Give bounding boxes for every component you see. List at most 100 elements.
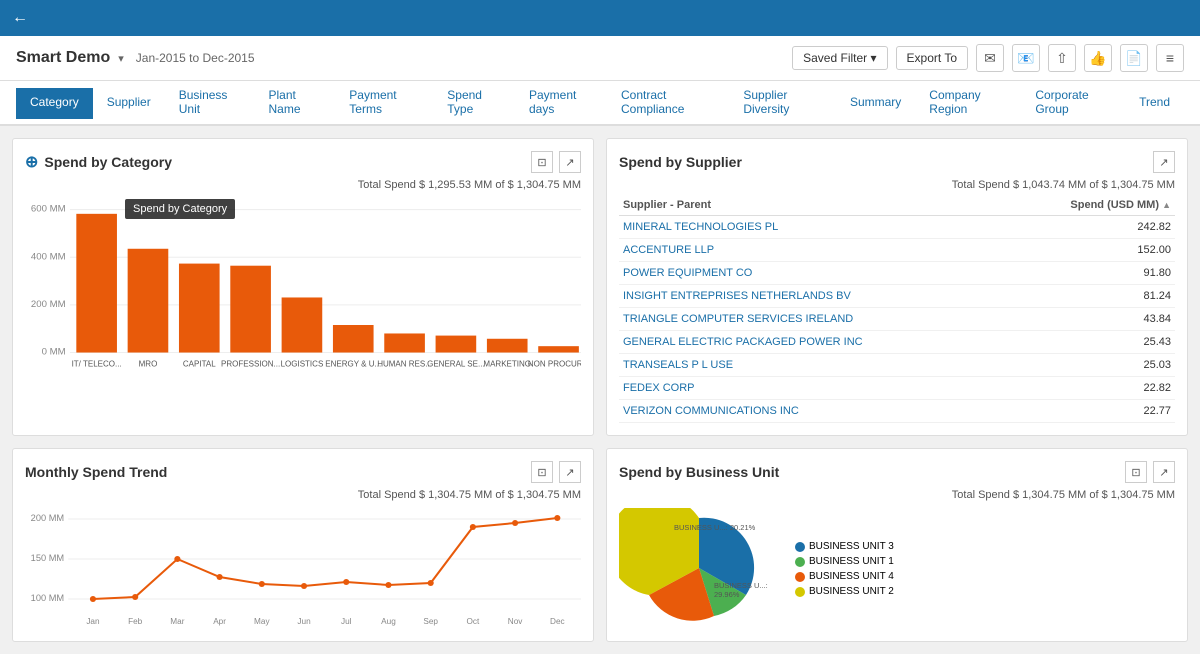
supplier-spend: 25.03 — [1005, 354, 1175, 377]
supplier-name[interactable]: FEDEX CORP — [619, 377, 1005, 400]
tab-spend-type[interactable]: Spend Type — [433, 81, 515, 126]
mail-icon-button[interactable]: ✉ — [976, 44, 1004, 72]
supplier-panel-title: Spend by Supplier — [619, 154, 742, 170]
tab-summary[interactable]: Summary — [836, 88, 915, 119]
tab-payment-terms[interactable]: Payment Terms — [335, 81, 433, 126]
line-chart: 200 MM 150 MM 100 MM — [25, 509, 581, 629]
legend-item: BUSINESS UNIT 1 — [795, 556, 894, 567]
email-icon-button[interactable]: 📧 — [1012, 44, 1040, 72]
tab-plant-name[interactable]: Plant Name — [255, 81, 336, 126]
tab-business-unit[interactable]: Business Unit — [165, 81, 255, 126]
supplier-spend: 25.43 — [1005, 331, 1175, 354]
svg-text:IT/ TELECO...: IT/ TELECO... — [72, 359, 122, 368]
svg-text:Feb: Feb — [128, 617, 143, 626]
bu-expand-button[interactable]: ↗ — [1153, 461, 1175, 483]
supplier-col-header: Supplier - Parent — [619, 195, 1005, 216]
svg-text:Apr: Apr — [213, 617, 226, 626]
table-row: MINERAL TECHNOLOGIES PL 242.82 — [619, 216, 1175, 239]
svg-text:400 MM: 400 MM — [31, 251, 66, 262]
supplier-spend: 81.24 — [1005, 285, 1175, 308]
trend-screenshot-button[interactable]: ⊡ — [531, 461, 553, 483]
supplier-panel-header: Spend by Supplier ↗ — [619, 151, 1175, 173]
svg-text:BUSINESS U...:: BUSINESS U...: — [714, 581, 768, 590]
supplier-spend: 22.77 — [1005, 400, 1175, 423]
legend-dot — [795, 587, 805, 597]
expand-button[interactable]: ↗ — [559, 151, 581, 173]
supplier-name[interactable]: TRANSEALS P L USE — [619, 354, 1005, 377]
doc-icon-button[interactable]: 📄 — [1120, 44, 1148, 72]
tab-category[interactable]: Category — [16, 88, 93, 119]
legend-label: BUSINESS UNIT 3 — [809, 541, 894, 552]
supplier-name[interactable]: INSIGHT ENTREPRISES NETHERLANDS BV — [619, 285, 1005, 308]
supplier-spend: 43.84 — [1005, 308, 1175, 331]
trend-title-text: Monthly Spend Trend — [25, 464, 167, 480]
header-row: Smart Demo ▾ Jan-2015 to Dec-2015 Saved … — [0, 36, 1200, 81]
supplier-name[interactable]: VERIZON COMMUNICATIONS INC — [619, 400, 1005, 423]
app-title-caret[interactable]: ▾ — [118, 52, 124, 65]
legend-dot — [795, 542, 805, 552]
tab-supplier[interactable]: Supplier — [93, 88, 165, 119]
header-left: Smart Demo ▾ Jan-2015 to Dec-2015 — [16, 49, 255, 67]
tab-contract-compliance[interactable]: Contract Compliance — [607, 81, 729, 126]
supplier-expand-button[interactable]: ↗ — [1153, 151, 1175, 173]
trend-expand-button[interactable]: ↗ — [559, 461, 581, 483]
svg-text:Oct: Oct — [466, 617, 480, 626]
supplier-name[interactable]: ACCENTURE LLP — [619, 239, 1005, 262]
monthly-spend-trend-panel: Monthly Spend Trend ⊡ ↗ Total Spend $ 1,… — [12, 448, 594, 642]
tab-supplier-diversity[interactable]: Supplier Diversity — [729, 81, 836, 126]
saved-filter-button[interactable]: Saved Filter ▾ — [792, 46, 887, 70]
supplier-spend: 22.82 — [1005, 377, 1175, 400]
bu-total-spend: Total Spend $ 1,304.75 MM of $ 1,304.75 … — [619, 489, 1175, 501]
table-row: GENERAL ELECTRIC PACKAGED POWER INC 25.4… — [619, 331, 1175, 354]
legend-dot — [795, 557, 805, 567]
supplier-name[interactable]: POWER EQUIPMENT CO — [619, 262, 1005, 285]
bu-panel-title: Spend by Business Unit — [619, 464, 779, 480]
tab-corporate-group[interactable]: Corporate Group — [1021, 81, 1125, 126]
screenshot-button[interactable]: ⊡ — [531, 151, 553, 173]
svg-text:PROFESSION...: PROFESSION... — [221, 359, 280, 368]
panel-actions: ⊡ ↗ — [531, 151, 581, 173]
legend-item: BUSINESS UNIT 3 — [795, 541, 894, 552]
bar-chart: Spend by Category 600 MM 400 MM 200 MM 0… — [25, 199, 581, 399]
legend-label: BUSINESS UNIT 4 — [809, 571, 894, 582]
tab-payment-days[interactable]: Payment days — [515, 81, 607, 126]
svg-text:100 MM: 100 MM — [31, 593, 64, 603]
supplier-name[interactable]: TRIANGLE COMPUTER SERVICES IRELAND — [619, 308, 1005, 331]
trend-total-spend: Total Spend $ 1,304.75 MM of $ 1,304.75 … — [25, 489, 581, 501]
category-total-spend: Total Spend $ 1,295.53 MM of $ 1,304.75 … — [25, 179, 581, 191]
table-row: FEDEX CORP 22.82 — [619, 377, 1175, 400]
spend-col-header[interactable]: Spend (USD MM) ▲ — [1005, 195, 1175, 216]
supplier-name[interactable]: GENERAL ELECTRIC PACKAGED POWER INC — [619, 331, 1005, 354]
trend-panel-actions: ⊡ ↗ — [531, 461, 581, 483]
legend-dot — [795, 572, 805, 582]
svg-text:0 MM: 0 MM — [42, 347, 66, 358]
svg-text:Nov: Nov — [508, 617, 524, 626]
filter-icon-button[interactable]: ≡ — [1156, 44, 1184, 72]
supplier-name[interactable]: MINERAL TECHNOLOGIES PL — [619, 216, 1005, 239]
share-icon-button[interactable]: ⇧ — [1048, 44, 1076, 72]
table-row: TRIANGLE COMPUTER SERVICES IRELAND 43.84 — [619, 308, 1175, 331]
bu-title-text: Spend by Business Unit — [619, 464, 779, 480]
bu-screenshot-button[interactable]: ⊡ — [1125, 461, 1147, 483]
legend-label: BUSINESS UNIT 2 — [809, 586, 894, 597]
main-content: ⊕ Spend by Category ⊡ ↗ Total Spend $ 1,… — [0, 126, 1200, 654]
svg-text:150 MM: 150 MM — [31, 553, 64, 563]
thumbs-icon-button[interactable]: 👍 — [1084, 44, 1112, 72]
export-button[interactable]: Export To — [896, 46, 968, 70]
supplier-title-text: Spend by Supplier — [619, 154, 742, 170]
trend-panel-title: Monthly Spend Trend — [25, 464, 167, 480]
table-row: VERIZON COMMUNICATIONS INC 22.77 — [619, 400, 1175, 423]
legend-item: BUSINESS UNIT 2 — [795, 586, 894, 597]
svg-text:CAPITAL: CAPITAL — [183, 359, 216, 368]
tab-company-region[interactable]: Company Region — [915, 81, 1021, 126]
spend-by-business-unit-panel: Spend by Business Unit ⊡ ↗ Total Spend $… — [606, 448, 1188, 642]
legend-label: BUSINESS UNIT 1 — [809, 556, 894, 567]
tab-trend[interactable]: Trend — [1125, 88, 1184, 119]
tab-bar: CategorySupplierBusiness UnitPlant NameP… — [0, 81, 1200, 126]
back-button[interactable]: ← — [12, 9, 28, 27]
top-bar: ← — [0, 0, 1200, 36]
svg-text:Jun: Jun — [297, 617, 310, 626]
supplier-table: Supplier - Parent Spend (USD MM) ▲ MINER… — [619, 195, 1175, 423]
svg-text:200 MM: 200 MM — [31, 299, 66, 310]
svg-text:LOGISTICS: LOGISTICS — [281, 359, 324, 368]
